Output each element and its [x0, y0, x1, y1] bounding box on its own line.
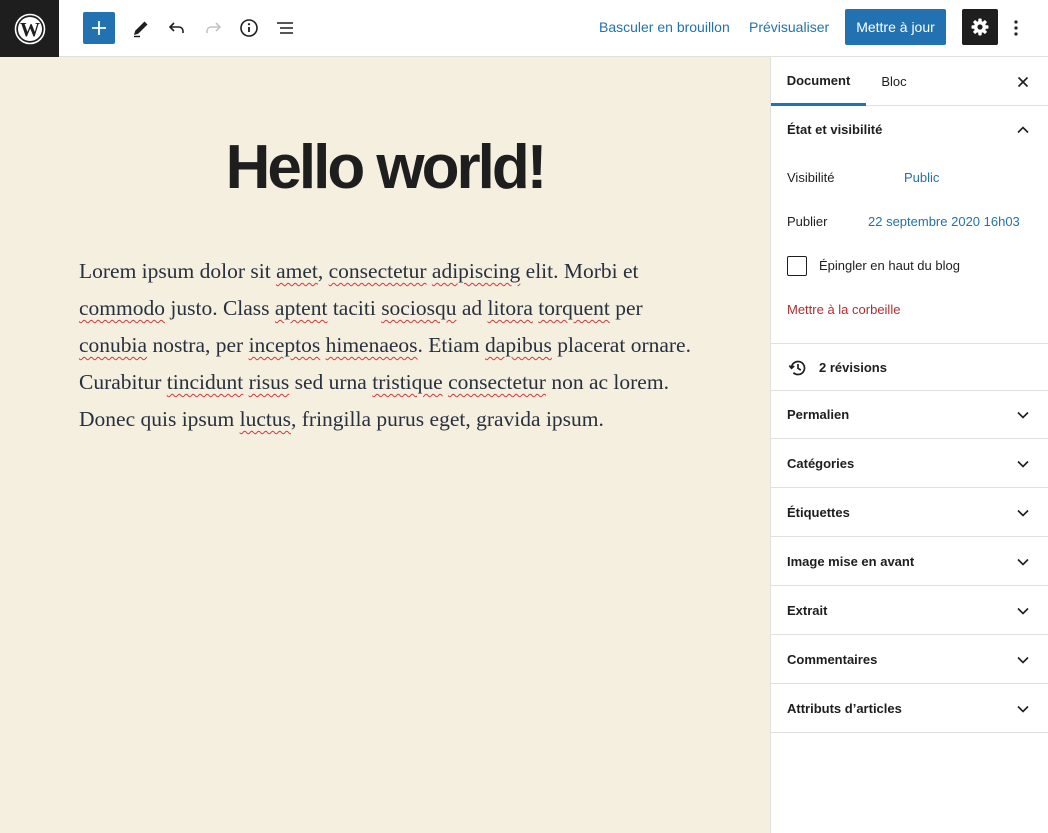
details-button[interactable] — [234, 13, 264, 43]
sticky-label[interactable]: Épingler en haut du blog — [819, 258, 960, 273]
spellcheck-word: conubia — [79, 333, 148, 357]
paragraph-text: taciti — [327, 296, 382, 320]
spellcheck-word: tristique — [372, 370, 443, 394]
plus-icon — [92, 21, 106, 35]
paragraph-text: elit. Morbi et — [520, 259, 639, 283]
panel-featured-image[interactable]: Image mise en avant — [771, 538, 1048, 586]
undo-button[interactable] — [162, 13, 192, 43]
revisions-label: 2 révisions — [819, 360, 887, 375]
spellcheck-word: luctus — [239, 407, 292, 431]
chevron-down-icon — [1017, 705, 1029, 713]
wordpress-logo-icon: W — [14, 13, 45, 44]
tab-document[interactable]: Document — [771, 57, 866, 106]
visibility-label: Visibilité — [787, 170, 835, 185]
chevron-down-icon — [1017, 460, 1029, 468]
spellcheck-word: torquent — [538, 296, 610, 320]
paragraph-text: per — [609, 296, 643, 320]
panel-tags[interactable]: Étiquettes — [771, 489, 1048, 537]
panel-title: Catégories — [787, 456, 855, 471]
panel-title: Image mise en avant — [787, 554, 915, 569]
spellcheck-word: himenaeos — [325, 333, 418, 357]
spellcheck-word: commodo — [79, 296, 165, 320]
spellcheck-word: aptent — [274, 296, 328, 320]
publish-date-toggle[interactable]: 22 septembre 2020 16h03 — [868, 214, 1020, 229]
publish-label: Publier — [787, 214, 828, 229]
settings-button[interactable] — [962, 9, 998, 45]
more-vertical-icon — [1014, 20, 1018, 36]
settings-sidebar: Document Bloc État et visibilité Visibil… — [770, 57, 1048, 833]
pencil-icon — [134, 21, 148, 38]
panel-categories[interactable]: Catégories — [771, 440, 1048, 488]
redo-icon — [206, 22, 222, 33]
spellcheck-word: risus — [248, 370, 290, 394]
panel-title: Attributs d’articles — [787, 701, 902, 716]
sticky-checkbox[interactable] — [787, 256, 807, 276]
wordpress-logo-button[interactable]: W — [0, 0, 59, 57]
paragraph-text: . Etiam — [417, 333, 486, 357]
chevron-down-icon — [1017, 509, 1029, 517]
paragraph-text: nostra, per — [147, 333, 249, 357]
spellcheck-word: dapibus — [485, 333, 552, 357]
tab-block[interactable]: Bloc — [866, 57, 922, 106]
chevron-up-icon — [1017, 126, 1029, 134]
spellcheck-word: consectetur — [328, 259, 427, 283]
post-title[interactable]: Hello world! — [0, 132, 770, 203]
panel-post-attributes[interactable]: Attributs d’articles — [771, 685, 1048, 733]
spellcheck-word: tincidunt — [166, 370, 244, 394]
panel-excerpt[interactable]: Extrait — [771, 587, 1048, 635]
gear-icon — [971, 18, 989, 36]
spellcheck-word: litora — [487, 296, 533, 320]
panel-permalink[interactable]: Permalien — [771, 391, 1048, 439]
paragraph-text: justo. Class — [165, 296, 275, 320]
spellcheck-word: adipiscing — [431, 259, 521, 283]
paragraph-text: Lorem ipsum dolor sit — [79, 259, 277, 283]
close-sidebar-button[interactable] — [1011, 70, 1035, 94]
panel-discussion[interactable]: Commentaires — [771, 636, 1048, 684]
spellcheck-word: consectetur — [448, 370, 546, 394]
panel-title: Extrait — [787, 603, 828, 618]
visibility-toggle[interactable]: Public — [904, 170, 939, 185]
svg-text:W: W — [20, 19, 40, 41]
close-icon — [1017, 76, 1029, 88]
paragraph-text: , fringilla purus eget, gravida ipsum. — [291, 407, 604, 431]
info-icon — [240, 19, 258, 37]
undo-icon — [168, 22, 184, 33]
update-button[interactable]: Mettre à jour — [845, 9, 946, 45]
switch-to-draft-button[interactable]: Basculer en brouillon — [599, 19, 730, 35]
more-options-button[interactable] — [1004, 12, 1028, 44]
paragraph-text: , — [317, 259, 329, 283]
spellcheck-word: sociosqu — [381, 296, 457, 320]
chevron-down-icon — [1017, 607, 1029, 615]
editor-canvas[interactable]: Hello world! Lorem ipsum dolor sit amet,… — [0, 57, 770, 833]
paragraph-text: sed urna — [289, 370, 373, 394]
preview-button[interactable]: Prévisualiser — [749, 19, 829, 35]
spellcheck-word: amet — [276, 259, 318, 283]
panel-title: Permalien — [787, 407, 850, 422]
panel-title: Commentaires — [787, 652, 878, 667]
sidebar-tabs: Document Bloc — [771, 57, 1048, 106]
editor-header: W Basculer en brouillon Prévisualiser Me… — [0, 0, 1048, 57]
panel-title: Étiquettes — [787, 505, 850, 520]
chevron-down-icon — [1017, 558, 1029, 566]
revisions-button[interactable]: 2 révisions — [771, 343, 1048, 391]
history-icon — [788, 360, 806, 376]
redo-button[interactable] — [198, 13, 228, 43]
add-block-button[interactable] — [83, 12, 115, 44]
panel-title: État et visibilité — [787, 122, 883, 137]
spellcheck-word: inceptos — [248, 333, 321, 357]
paragraph-block[interactable]: Lorem ipsum dolor sit amet, consectetur … — [79, 253, 694, 438]
list-view-button[interactable] — [270, 13, 300, 43]
chevron-down-icon — [1017, 411, 1029, 419]
panel-status-visibility[interactable]: État et visibilité — [771, 106, 1048, 154]
move-to-trash-button[interactable]: Mettre à la corbeille — [787, 302, 900, 317]
tools-button[interactable] — [126, 13, 156, 43]
chevron-down-icon — [1017, 656, 1029, 664]
list-view-icon — [277, 22, 293, 34]
paragraph-text: ad — [456, 296, 488, 320]
